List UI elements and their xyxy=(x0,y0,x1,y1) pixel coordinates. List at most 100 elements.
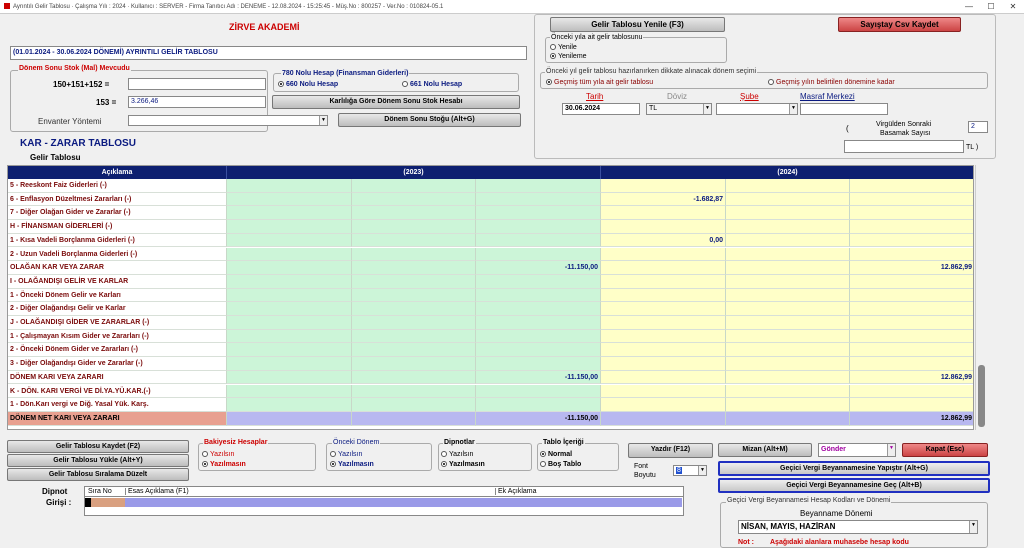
kapat-button[interactable]: Kapat (Esc) xyxy=(902,443,988,457)
minimize-icon[interactable]: — xyxy=(958,0,980,14)
table-row[interactable]: 1 - Önceki Dönem Gelir ve Karları xyxy=(8,288,973,303)
table-row[interactable]: DÖNEM KARI VEYA ZARARI -11.150,00 12.862,9… xyxy=(8,370,973,385)
table-row[interactable]: J - OLAĞANDIŞI GİDER VE ZARARLAR (-) xyxy=(8,316,973,330)
dipnot-sira-cell[interactable] xyxy=(91,498,125,507)
table-row[interactable]: 2 - Önceki Dönem Gider ve Zararları (-) xyxy=(8,343,973,358)
header-2023[interactable]: (2023) xyxy=(227,166,601,179)
table-row[interactable]: K - DÖN. KARI VERGİ VE Dİ.YA.YÜ.KAR.(-) xyxy=(8,384,973,399)
row-value-cell xyxy=(352,411,476,426)
beyanname-gec-button[interactable]: Geçici Vergi Beyannamesine Geç (Alt+B) xyxy=(718,478,990,493)
basamak-extra-input[interactable] xyxy=(844,140,964,153)
report-title-field[interactable]: (01.01.2024 - 30.06.2024 DÖNEMİ) AYRINTI… xyxy=(10,46,527,60)
yazdir-button[interactable]: Yazdır (F12) xyxy=(628,443,713,458)
radio-dipnot-yazilmasin[interactable]: Yazılmasın xyxy=(441,461,485,468)
table-row[interactable]: 1 - Kısa Vadeli Borçlanma Giderleri (-) 0… xyxy=(8,233,973,248)
mizan-button[interactable]: Mizan (Alt+M) xyxy=(718,443,812,457)
table-row[interactable]: 3 - Diğer Olağandışı Gider ve Zararlar (… xyxy=(8,357,973,371)
hesap780-title: 780 Nolu Hesap (Finansman Giderleri) xyxy=(281,70,410,77)
radio-660[interactable]: 660 Nolu Hesap xyxy=(278,81,338,88)
font-size-select[interactable]: 8 ▼ xyxy=(673,465,707,476)
row-value-cell xyxy=(227,343,352,358)
row-value-cell xyxy=(850,398,973,412)
beyanname-yapistir-button[interactable]: Geçici Vergi Beyannamesine Yapıştır (Alt… xyxy=(718,461,990,476)
table-row[interactable]: 6 - Enflasyon Düzeltmesi Zararları (-) -1… xyxy=(8,192,973,207)
yukle-button[interactable]: Gelir Tablosu Yükle (Alt+Y) xyxy=(7,454,189,467)
dipnot-grid[interactable]: Sıra No Esas Açıklama (F1) Ek Açıklama xyxy=(84,486,684,516)
radio-tablo-normal[interactable]: Normal xyxy=(540,451,572,458)
yenile-button[interactable]: Gelir Tablosu Yenile (F3) xyxy=(550,17,725,32)
row-value-cell xyxy=(476,329,601,344)
header-2024[interactable]: (2024) xyxy=(601,166,973,179)
masraf-merkezi-input[interactable] xyxy=(800,103,888,115)
radio-yenileme[interactable]: Yenileme xyxy=(550,53,587,60)
col-ek-aciklama[interactable]: Ek Açıklama xyxy=(495,488,537,495)
grid-header: Açıklama (2023) (2024) xyxy=(8,166,973,179)
sube-select[interactable]: ▼ xyxy=(716,103,798,115)
radio-yenile[interactable]: Yenile xyxy=(550,44,577,51)
row-label: 1 - Dön.Karı vergi ve Diğ. Yasal Yük. Ka… xyxy=(8,398,227,412)
row-label: I - OLAĞANDIŞI GELİR VE KARLAR xyxy=(8,274,227,289)
table-row[interactable]: H - FİNANSMAN GİDERLERİ (-) xyxy=(8,220,973,234)
radio-gecmis-donem[interactable]: Geçmiş yılın belirtilen dönemine kadar xyxy=(768,79,895,86)
stock-153-input[interactable]: 3.266,46 xyxy=(128,96,266,108)
row-value-cell xyxy=(601,384,726,399)
paren-close: TL ) xyxy=(966,144,979,151)
stock-150-input[interactable] xyxy=(128,78,266,90)
row-label: OLAĞAN KAR VEYA ZARAR xyxy=(8,261,227,275)
sayistay-csv-button[interactable]: Sayıştay Csv Kaydet xyxy=(838,17,961,32)
grid-scrollbar-thumb[interactable] xyxy=(978,365,985,427)
radio-icon xyxy=(441,451,447,458)
bakiyesiz-title: Bakiyesiz Hesaplar xyxy=(203,439,269,446)
doviz-select[interactable]: TL ▼ xyxy=(646,103,712,115)
radio-tablo-bos[interactable]: Boş Tablo xyxy=(540,461,581,468)
karlilik-stok-button[interactable]: Karlılığa Göre Dönem Sonu Stok Hesabı xyxy=(272,95,520,109)
radio-bakiyesiz-yazilsin[interactable]: Yazılsın xyxy=(202,451,234,458)
radio-661-label: 661 Nolu Hesap xyxy=(410,81,463,88)
table-row[interactable]: 1 - Dön.Karı vergi ve Diğ. Yasal Yük. Ka… xyxy=(8,398,973,412)
envanter-select[interactable]: ▼ xyxy=(128,115,328,126)
table-row[interactable]: 7 - Diğer Olağan Gider ve Zararlar (-) xyxy=(8,206,973,221)
header-aciklama[interactable]: Açıklama xyxy=(8,166,227,179)
girisi-label: Girişi : xyxy=(46,498,72,507)
row-value-cell xyxy=(601,398,726,412)
radio-label: Yazılsın xyxy=(338,451,363,458)
row-label: H - FİNANSMAN GİDERLERİ (-) xyxy=(8,220,227,234)
table-row[interactable]: I - OLAĞANDIŞI GELİR VE KARLAR xyxy=(8,274,973,289)
table-row[interactable]: 2 - Uzun Vadeli Borçlanma Giderleri (-) xyxy=(8,247,973,262)
row-value-cell: 12.862,99 xyxy=(850,370,973,385)
radio-661[interactable]: 661 Nolu Hesap xyxy=(402,81,462,88)
basamak-input[interactable]: 2 xyxy=(968,121,988,133)
radio-onceki-yazilsin[interactable]: Yazılsın xyxy=(330,451,362,458)
radio-dipnot-yazilsin[interactable]: Yazılsın xyxy=(441,451,473,458)
col-esas-aciklama[interactable]: Esas Açıklama (F1) xyxy=(125,488,189,495)
kaydet-button[interactable]: Gelir Tablosu Kaydet (F2) xyxy=(7,440,189,453)
siralama-duzelt-button[interactable]: Gelir Tablosu Sıralama Düzelt xyxy=(7,468,189,481)
close-icon[interactable]: ✕ xyxy=(1002,0,1024,14)
radio-onceki-yazilmasin[interactable]: Yazılmasın xyxy=(330,461,374,468)
table-row[interactable]: 2 - Diğer Olağandışı Gelir ve Karlar xyxy=(8,302,973,316)
radio-gecmis-tum[interactable]: Geçmiş tüm yıla ait gelir tablosu xyxy=(546,79,653,86)
radio-gecmis-donem-icon xyxy=(768,79,774,86)
table-row[interactable]: OLAĞAN KAR VEYA ZARAR -11.150,00 12.862,99 xyxy=(8,261,973,275)
table-row[interactable]: DÖNEM NET KARI VEYA ZARARI -11.150,00 12.8… xyxy=(8,411,973,426)
row-value-cell xyxy=(726,343,850,358)
table-row[interactable]: 1 - Çalışmayan Kısım Gider ve Zararları … xyxy=(8,329,973,344)
row-value-cell xyxy=(601,343,726,358)
maximize-icon[interactable]: ☐ xyxy=(980,0,1002,14)
gelir-tablosu-grid[interactable]: Açıklama (2023) (2024) 5 - Reeskont Faiz… xyxy=(7,165,974,430)
row-value-cell xyxy=(850,357,973,371)
table-row[interactable]: 5 - Reeskont Faiz Giderleri (-) xyxy=(8,179,973,193)
row-value-cell xyxy=(476,343,601,358)
tarih-input[interactable]: 30.06.2024 xyxy=(562,103,640,115)
beyan-donem-select[interactable]: NİSAN, MAYIS, HAZİRAN ▼ xyxy=(738,520,978,534)
row-value-cell xyxy=(476,384,601,399)
donem-sonu-stok-button[interactable]: Dönem Sonu Stoğu (Alt+G) xyxy=(338,113,521,127)
row-label: DÖNEM KARI VEYA ZARARI xyxy=(8,370,227,385)
dipnot-aciklama-cell[interactable] xyxy=(125,498,682,507)
col-sira-no[interactable]: Sıra No xyxy=(88,488,112,495)
radio-bakiyesiz-yazilmasin[interactable]: Yazılmasın xyxy=(202,461,246,468)
gonder-select[interactable]: Gönder ▼ xyxy=(818,443,896,457)
radio-icon xyxy=(330,461,336,468)
row-value-cell xyxy=(601,357,726,371)
doviz-label: Döviz xyxy=(667,92,688,101)
